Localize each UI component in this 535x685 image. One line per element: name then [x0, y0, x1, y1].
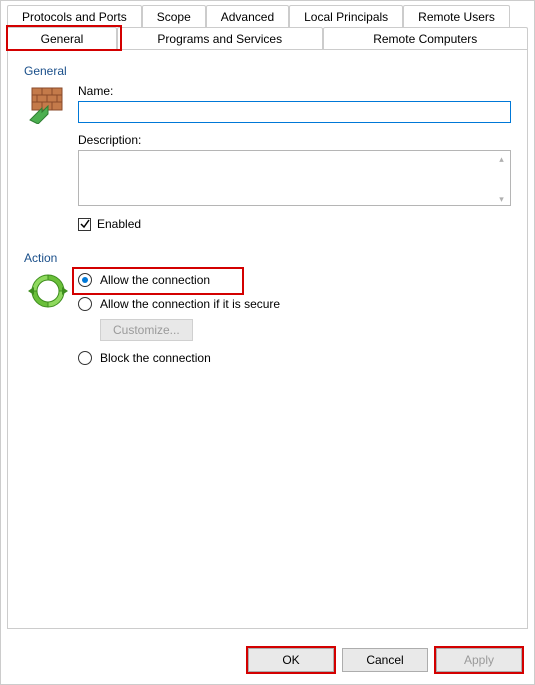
- tab-local-principals[interactable]: Local Principals: [289, 5, 403, 28]
- radio-allow-secure-row[interactable]: Allow the connection if it is secure: [78, 297, 511, 311]
- firewall-icon: [28, 84, 68, 127]
- description-label: Description:: [78, 133, 511, 147]
- name-label: Name:: [78, 84, 511, 98]
- name-input[interactable]: [78, 101, 511, 123]
- enabled-checkbox[interactable]: [78, 218, 91, 231]
- tab-scope[interactable]: Scope: [142, 5, 206, 28]
- radio-allow[interactable]: [78, 273, 92, 287]
- action-icon: [28, 271, 68, 375]
- tab-advanced[interactable]: Advanced: [206, 5, 289, 28]
- customize-button: Customize...: [100, 319, 193, 341]
- radio-allow-row[interactable]: Allow the connection: [78, 273, 511, 287]
- tab-protocols-and-ports[interactable]: Protocols and Ports: [7, 5, 142, 28]
- radio-allow-secure[interactable]: [78, 297, 92, 311]
- description-textarea[interactable]: [78, 150, 511, 206]
- general-group: General: [24, 64, 511, 231]
- cancel-button[interactable]: Cancel: [342, 648, 428, 672]
- action-group-label: Action: [24, 251, 511, 265]
- tab-strip: Protocols and Ports Scope Advanced Local…: [1, 1, 534, 50]
- radio-allow-label: Allow the connection: [100, 273, 210, 287]
- tab-remote-computers[interactable]: Remote Computers: [323, 27, 529, 50]
- radio-block[interactable]: [78, 351, 92, 365]
- ok-button[interactable]: OK: [248, 648, 334, 672]
- general-panel: General: [7, 49, 528, 629]
- firewall-rule-properties-dialog: Protocols and Ports Scope Advanced Local…: [0, 0, 535, 685]
- tab-programs-and-services[interactable]: Programs and Services: [117, 27, 323, 50]
- radio-allow-secure-label: Allow the connection if it is secure: [100, 297, 280, 311]
- tab-remote-users[interactable]: Remote Users: [403, 5, 510, 28]
- enabled-label: Enabled: [97, 217, 141, 231]
- enabled-checkbox-row[interactable]: Enabled: [78, 217, 511, 231]
- radio-block-label: Block the connection: [100, 351, 211, 365]
- dialog-buttons: OK Cancel Apply: [248, 648, 522, 672]
- action-group: Action Allow the connection: [24, 251, 511, 375]
- tab-general[interactable]: General: [7, 27, 117, 50]
- apply-button: Apply: [436, 648, 522, 672]
- general-group-label: General: [24, 64, 511, 78]
- radio-block-row[interactable]: Block the connection: [78, 351, 511, 365]
